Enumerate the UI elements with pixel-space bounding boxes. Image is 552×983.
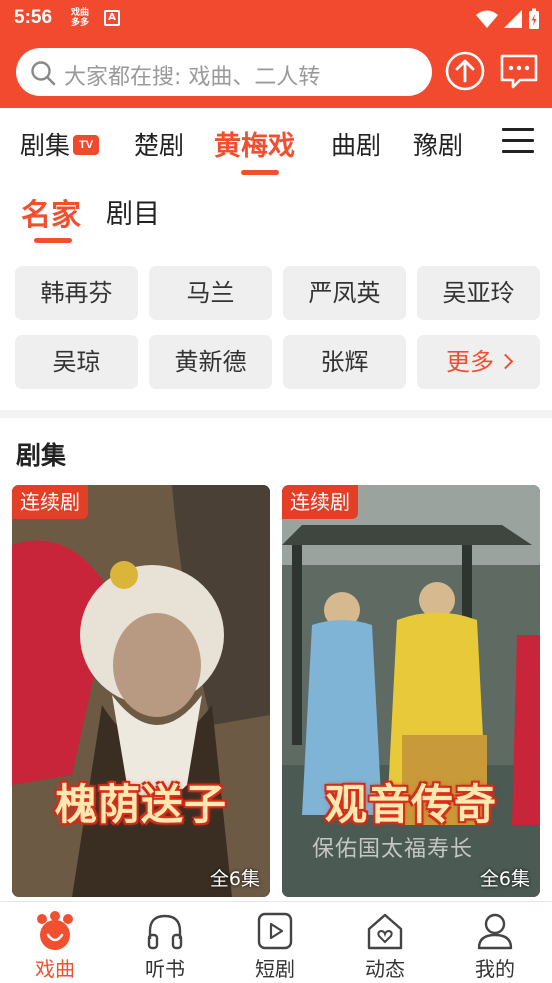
store-notification-icon: A	[104, 10, 120, 26]
wifi-icon	[476, 10, 498, 28]
artist-chip[interactable]: 张辉	[283, 335, 406, 389]
artist-chip[interactable]: 吴亚玲	[417, 266, 540, 320]
artist-chip[interactable]: 韩再芬	[15, 266, 138, 320]
menu-icon[interactable]	[502, 128, 534, 156]
app-notification-icon: 戏曲 多多	[70, 8, 89, 28]
series-thumbnail	[12, 485, 270, 897]
message-button[interactable]	[498, 50, 540, 92]
artist-chip[interactable]: 黄新德	[149, 335, 272, 389]
signal-icon	[504, 10, 522, 28]
nav-short-drama[interactable]: 短剧	[220, 902, 330, 983]
episode-count: 全6集	[479, 868, 530, 890]
nav-feed[interactable]: 动态	[330, 902, 440, 983]
search-placeholder: 大家都在搜: 戏曲、二人转	[64, 65, 321, 90]
series-badge: 连续剧	[282, 485, 358, 519]
home-heart-icon	[367, 913, 403, 950]
nav-audiobook[interactable]: 听书	[110, 902, 220, 983]
series-title: 观音传奇	[324, 780, 497, 829]
sub-tab-indicator	[34, 238, 72, 243]
nav-opera[interactable]: 戏曲	[0, 902, 110, 983]
tv-badge: TV	[73, 135, 100, 155]
artist-chip[interactable]: 吴琼	[15, 335, 138, 389]
opera-icon	[37, 911, 73, 950]
section-title: 剧集	[16, 441, 67, 470]
category-tabs: 剧集 TV 楚剧 黄梅戏 曲剧 豫剧	[0, 108, 552, 178]
headphones-icon	[147, 914, 183, 950]
status-bar: 5:56 戏曲 多多 A	[0, 0, 552, 38]
play-icon	[257, 912, 293, 950]
tab-huangmeixi[interactable]: 黄梅戏	[214, 124, 295, 163]
artist-chip[interactable]: 严凤英	[283, 266, 406, 320]
series-card[interactable]: 连续剧 槐荫送子 全6集	[12, 485, 270, 897]
nav-profile[interactable]: 我的	[440, 902, 550, 983]
status-time: 5:56	[14, 7, 53, 28]
series-caption: 保佑国太福寿长	[312, 837, 474, 862]
sub-tabs: 名家 剧目	[0, 178, 552, 248]
section-divider	[0, 410, 552, 418]
search-box[interactable]: 大家都在搜: 戏曲、二人转	[16, 48, 432, 96]
series-card[interactable]: 连续剧 观音传奇 保佑国太福寿长 全6集	[282, 485, 540, 897]
chevron-right-icon	[497, 353, 514, 370]
bottom-nav: 戏曲 听书 短剧 动态 我的	[0, 901, 552, 983]
tab-chuju[interactable]: 楚剧	[134, 126, 184, 162]
battery-icon	[529, 8, 539, 29]
status-icons	[476, 8, 540, 30]
more-artists-button[interactable]: 更多	[417, 335, 540, 389]
message-icon	[500, 54, 538, 89]
tab-series[interactable]: 剧集 TV	[20, 126, 100, 162]
tab-famous-artists[interactable]: 名家	[21, 190, 81, 234]
search-icon	[31, 61, 56, 86]
artist-chip[interactable]: 马兰	[149, 266, 272, 320]
active-tab-indicator	[241, 170, 279, 175]
tab-repertoire[interactable]: 剧目	[106, 192, 160, 231]
series-badge: 连续剧	[12, 485, 88, 519]
series-title: 槐荫送子	[54, 780, 227, 829]
upload-icon	[445, 51, 485, 91]
app-header: 5:56 戏曲 多多 A 大家都在搜: 戏曲、二人转	[0, 0, 552, 108]
episode-count: 全6集	[209, 868, 260, 890]
user-icon	[477, 913, 513, 950]
upload-button[interactable]	[444, 50, 486, 92]
tab-quju[interactable]: 曲剧	[331, 126, 381, 162]
tab-yuju[interactable]: 豫剧	[413, 126, 463, 162]
